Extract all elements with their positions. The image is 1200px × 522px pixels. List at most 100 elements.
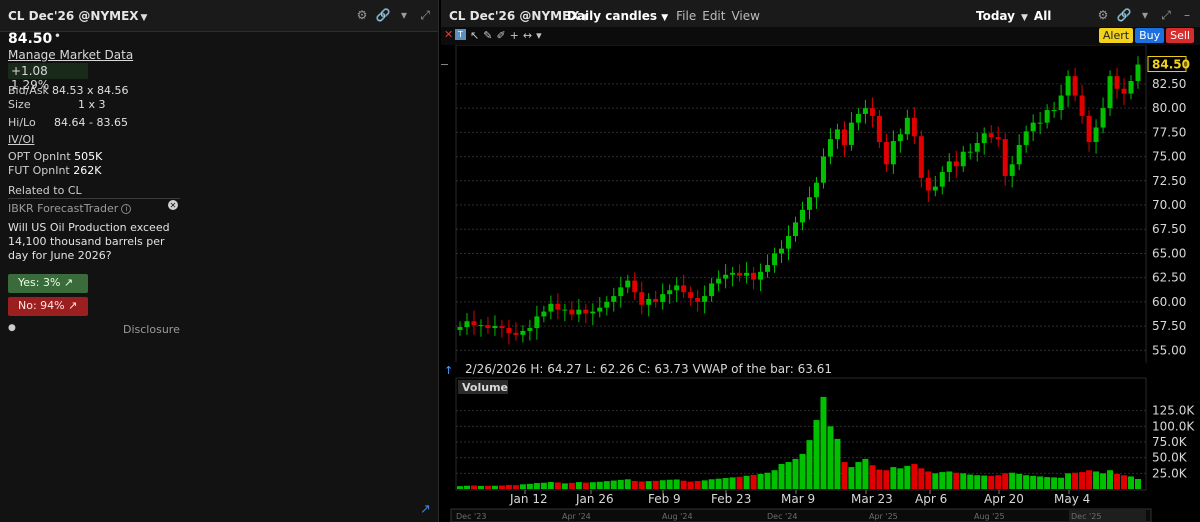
candle[interactable] <box>974 143 980 152</box>
volume-bar[interactable] <box>638 481 645 489</box>
candle[interactable] <box>688 292 694 298</box>
candle[interactable] <box>1016 144 1022 165</box>
candle[interactable] <box>723 274 729 279</box>
volume-bar[interactable] <box>512 485 519 489</box>
volume-bar[interactable] <box>715 478 722 489</box>
candle[interactable] <box>541 311 547 317</box>
candle[interactable] <box>1135 64 1141 81</box>
candle[interactable] <box>513 332 519 335</box>
candle[interactable] <box>981 133 987 143</box>
candle[interactable] <box>730 272 736 275</box>
range-all[interactable]: All <box>1034 9 1052 23</box>
candle[interactable] <box>1002 139 1008 176</box>
candle[interactable] <box>1072 76 1078 96</box>
link-icon[interactable]: 🔗 <box>1117 8 1132 22</box>
candle[interactable] <box>765 265 771 272</box>
candle[interactable] <box>485 325 491 329</box>
disclosure-link[interactable]: Disclosure <box>123 323 180 336</box>
gear-icon[interactable]: ⚙ <box>1096 8 1110 22</box>
volume-bar[interactable] <box>729 477 736 489</box>
menu-view[interactable]: View <box>731 9 759 23</box>
volume-bar[interactable] <box>1128 476 1135 489</box>
candle[interactable] <box>751 272 757 280</box>
candle[interactable] <box>820 156 826 183</box>
buy-button[interactable]: Buy <box>1135 28 1165 43</box>
candle[interactable] <box>1100 108 1106 128</box>
candle[interactable] <box>506 328 512 333</box>
chevron-down-icon[interactable]: ▾ <box>1138 8 1152 22</box>
volume-bar[interactable] <box>1065 473 1072 489</box>
volume-bar[interactable] <box>855 462 862 489</box>
candle[interactable] <box>744 272 750 276</box>
volume-bar[interactable] <box>743 475 750 489</box>
expand-icon[interactable]: ⤢ <box>1159 8 1173 22</box>
volume-bar[interactable] <box>680 480 687 489</box>
time-range-selector[interactable]: Today ▼ All <box>976 9 1051 23</box>
volume-bar[interactable] <box>533 483 540 489</box>
volume-bar[interactable] <box>764 472 771 489</box>
volume-bar[interactable] <box>806 440 813 489</box>
volume-bar[interactable] <box>1107 470 1114 489</box>
candle[interactable] <box>806 197 812 210</box>
candle[interactable] <box>960 151 966 167</box>
candle[interactable] <box>897 134 903 142</box>
candle[interactable] <box>890 141 896 165</box>
candle[interactable] <box>1093 127 1099 143</box>
candle[interactable] <box>527 328 533 331</box>
candle[interactable] <box>597 307 603 312</box>
candle[interactable] <box>1079 95 1085 116</box>
candle[interactable] <box>1051 110 1057 112</box>
volume-bar[interactable] <box>813 420 820 489</box>
volume-bar[interactable] <box>1044 477 1051 489</box>
volume-bar[interactable] <box>694 480 701 489</box>
candle[interactable] <box>695 298 701 302</box>
candle[interactable] <box>618 287 624 297</box>
chevron-down-icon[interactable]: ▾ <box>536 29 542 42</box>
chevron-down-icon[interactable]: ▼ <box>141 13 148 23</box>
volume-bar[interactable] <box>736 476 743 489</box>
candle[interactable] <box>457 327 463 330</box>
candle[interactable] <box>1023 131 1029 145</box>
candle[interactable] <box>779 248 785 254</box>
volume-bar[interactable] <box>750 474 757 489</box>
volume-bar[interactable] <box>932 473 939 489</box>
volume-bar[interactable] <box>897 468 904 489</box>
candle[interactable] <box>611 296 617 302</box>
candle[interactable] <box>932 186 938 191</box>
volume-bar[interactable] <box>1114 473 1121 489</box>
candle[interactable] <box>793 222 799 236</box>
volume-bar[interactable] <box>547 481 554 489</box>
volume-bar[interactable] <box>967 474 974 489</box>
volume-bar[interactable] <box>1009 472 1016 489</box>
volume-bar[interactable] <box>631 480 638 489</box>
candle[interactable] <box>967 151 973 153</box>
volume-bar[interactable] <box>673 479 680 489</box>
volume-bar[interactable] <box>463 485 470 489</box>
close-icon[interactable]: ✕ <box>444 28 453 41</box>
volume-bar[interactable] <box>778 463 785 489</box>
volume-bar[interactable] <box>687 481 694 489</box>
volume-bar[interactable] <box>757 473 764 489</box>
candle[interactable] <box>953 161 959 167</box>
volume-bar[interactable] <box>988 475 995 489</box>
volume-bar[interactable] <box>974 475 981 489</box>
candle[interactable] <box>478 325 484 327</box>
candle[interactable] <box>1086 115 1092 143</box>
candle[interactable] <box>869 108 875 116</box>
candle[interactable] <box>1065 76 1071 96</box>
zoom-icon[interactable]: ↔ <box>523 29 532 42</box>
candle[interactable] <box>855 113 861 123</box>
volume-bar[interactable] <box>708 479 715 489</box>
manage-market-data-link[interactable]: Manage Market Data <box>8 48 133 62</box>
text-tool-icon[interactable]: T <box>455 29 466 40</box>
candle[interactable] <box>604 301 610 308</box>
volume-bar[interactable] <box>652 480 659 489</box>
volume-bar[interactable] <box>890 467 897 489</box>
candle[interactable] <box>667 290 673 295</box>
candle[interactable] <box>786 236 792 249</box>
volume-bar[interactable] <box>1023 475 1030 489</box>
link-icon[interactable]: 🔗 <box>376 8 391 22</box>
candle[interactable] <box>1114 76 1120 89</box>
cursor-icon[interactable]: ↖ <box>470 29 479 42</box>
candle[interactable] <box>946 161 952 173</box>
